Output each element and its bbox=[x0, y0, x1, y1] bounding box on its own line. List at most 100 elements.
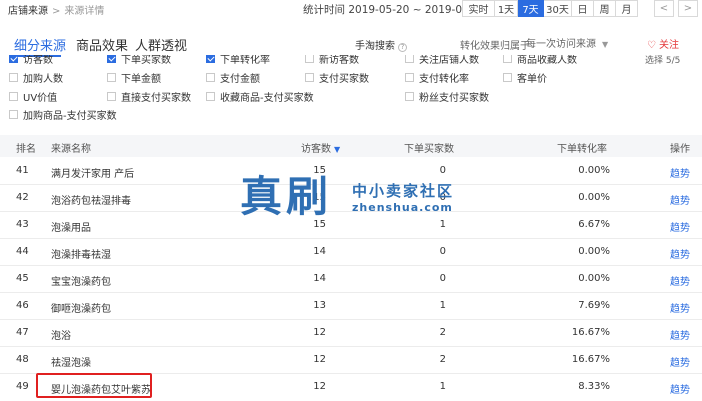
checkbox-icon bbox=[503, 72, 512, 82]
metric-checkbox-order-buyers[interactable]: 下单买家数 bbox=[107, 55, 171, 66]
trend-link[interactable]: 趋势 bbox=[670, 327, 690, 342]
range-realtime-button[interactable]: 实时 bbox=[462, 0, 495, 17]
metric-checkbox-fan-pay[interactable]: 粉丝支付买家数 bbox=[405, 89, 489, 104]
metric-label: 下单金额 bbox=[121, 73, 161, 85]
row-order-buyers: 0 bbox=[439, 246, 446, 257]
metric-checkbox-order-rate[interactable]: 下单转化率 bbox=[206, 55, 270, 66]
prev-period-button[interactable]: < bbox=[654, 0, 674, 17]
range-7day-button[interactable]: 7天 bbox=[518, 0, 544, 17]
checkbox-icon bbox=[405, 55, 414, 63]
row-uv: 12 bbox=[313, 381, 326, 392]
date-range-buttons: 实时 1天 7天 30天 日 周 月 bbox=[462, 0, 638, 17]
trend-link[interactable]: 趋势 bbox=[670, 381, 690, 396]
metric-checkbox-pay-buyers[interactable]: 支付买家数 bbox=[305, 70, 369, 85]
metric-label: 下单转化率 bbox=[220, 55, 270, 66]
checkbox-icon bbox=[9, 55, 18, 63]
trend-link[interactable]: 趋势 bbox=[670, 354, 690, 369]
range-day-button[interactable]: 日 bbox=[572, 0, 594, 17]
row-order-rate: 0.00% bbox=[578, 246, 610, 257]
range-week-button[interactable]: 周 bbox=[594, 0, 616, 17]
tab-source-detail[interactable]: 细分来源 bbox=[14, 35, 66, 54]
row-rank: 45 bbox=[16, 273, 29, 284]
metric-label: 客单价 bbox=[517, 73, 547, 85]
row-rank: 43 bbox=[16, 219, 29, 230]
trend-link[interactable]: 趋势 bbox=[670, 273, 690, 288]
row-rank: 48 bbox=[16, 354, 29, 365]
tab-product-effect[interactable]: 商品效果 bbox=[76, 35, 128, 54]
trend-link[interactable]: 趋势 bbox=[670, 192, 690, 207]
metric-checkbox-fav-pay[interactable]: 收藏商品-支付买家数 bbox=[206, 89, 314, 104]
metric-label: 粉丝支付买家数 bbox=[419, 92, 489, 104]
row-rank: 42 bbox=[16, 192, 29, 203]
selected-count: 选择 5/5 bbox=[645, 56, 681, 66]
stat-period: 统计时间 2019-05-20 ~ 2019-05-26 bbox=[303, 4, 486, 16]
metric-checkbox-direct-pay[interactable]: 直接支付买家数 bbox=[107, 89, 191, 104]
row-source-name: 御咂泡澡药包 bbox=[51, 304, 111, 315]
metric-checkbox-cart[interactable]: 加购人数 bbox=[9, 70, 63, 85]
row-uv: 14 bbox=[313, 246, 326, 257]
table-row: 46 御咂泡澡药包 13 1 7.69% 趋势 bbox=[0, 293, 702, 320]
follow-button[interactable]: ♡ 关注 bbox=[647, 36, 679, 51]
tab-bar: 细分来源 商品效果 人群透视 手淘搜索? 转化效果归属于 每一次访问来源 ▼ ♡ 关… bbox=[0, 30, 702, 58]
metric-label: 关注店铺人数 bbox=[419, 55, 479, 66]
col-order-buyers[interactable]: 下单买家数 bbox=[404, 140, 454, 155]
checkbox-icon bbox=[305, 55, 314, 63]
annotation-highlight-box bbox=[36, 373, 152, 398]
table-row: 47 泡浴 12 2 16.67% 趋势 bbox=[0, 320, 702, 347]
watermark-en-text: zhenshua.com bbox=[352, 201, 453, 214]
row-source-name: 泡澡排毒祛湿 bbox=[51, 250, 111, 261]
row-rank: 46 bbox=[16, 300, 29, 311]
trend-link[interactable]: 趋势 bbox=[670, 219, 690, 234]
col-order-rate[interactable]: 下单转化率 bbox=[557, 140, 607, 155]
col-rank: 排名 bbox=[16, 144, 36, 155]
row-uv: 12 bbox=[313, 327, 326, 338]
metric-checkbox-shop-follow[interactable]: 关注店铺人数 bbox=[405, 55, 479, 66]
metric-checkbox-pay-rate[interactable]: 支付转化率 bbox=[405, 70, 469, 85]
metric-checkbox-pay-amount[interactable]: 支付金额 bbox=[206, 70, 260, 85]
range-1day-button[interactable]: 1天 bbox=[495, 0, 518, 17]
metric-checkbox-item-fav[interactable]: 商品收藏人数 bbox=[503, 55, 577, 66]
metric-checkbox-order-amount[interactable]: 下单金额 bbox=[107, 70, 161, 85]
checkbox-icon bbox=[206, 72, 215, 82]
metric-checkbox-avg-order[interactable]: 客单价 bbox=[503, 70, 547, 85]
row-rank: 41 bbox=[16, 165, 29, 176]
metric-label: 收藏商品-支付买家数 bbox=[220, 92, 314, 104]
help-icon[interactable]: ? bbox=[398, 43, 407, 52]
next-period-button[interactable]: > bbox=[678, 0, 698, 17]
metric-checkbox-new-uv[interactable]: 新访客数 bbox=[305, 55, 359, 66]
row-order-rate: 0.00% bbox=[578, 273, 610, 284]
breadcrumb-parent[interactable]: 店铺来源 bbox=[8, 6, 48, 17]
checkbox-icon bbox=[107, 91, 116, 101]
checkbox-icon bbox=[107, 55, 116, 63]
row-order-rate: 8.33% bbox=[578, 381, 610, 392]
tab-audience[interactable]: 人群透视 bbox=[135, 35, 187, 54]
range-30day-button[interactable]: 30天 bbox=[544, 0, 572, 17]
top-bar: 店铺来源 > 来源详情 统计时间 2019-05-20 ~ 2019-05-26 实… bbox=[0, 0, 702, 17]
metric-checkbox-cart-pay[interactable]: 加购商品-支付买家数 bbox=[9, 107, 117, 120]
checkbox-icon bbox=[503, 55, 512, 63]
metric-checkbox-uv[interactable]: 访客数 bbox=[9, 55, 53, 66]
attribution-select[interactable]: 每一次访问来源 ▼ bbox=[526, 35, 608, 50]
row-rank: 44 bbox=[16, 246, 29, 257]
table-row: 44 泡澡排毒祛湿 14 0 0.00% 趋势 bbox=[0, 239, 702, 266]
row-source-name: 泡浴 bbox=[51, 331, 71, 342]
col-uv[interactable]: 访客数 ▼ bbox=[301, 140, 340, 155]
metric-checkbox-uv-value[interactable]: UV价值 bbox=[9, 89, 57, 104]
row-source-name: 泡澡用品 bbox=[51, 223, 91, 234]
row-order-buyers: 0 bbox=[439, 273, 446, 284]
chevron-down-icon: ▼ bbox=[602, 40, 609, 49]
metric-label: 支付金额 bbox=[220, 73, 260, 85]
metric-label: 支付转化率 bbox=[419, 73, 469, 85]
trend-link[interactable]: 趋势 bbox=[670, 246, 690, 261]
row-rank: 49 bbox=[16, 381, 29, 392]
row-order-buyers: 2 bbox=[439, 354, 446, 365]
sort-desc-icon: ▼ bbox=[334, 145, 341, 154]
trend-link[interactable]: 趋势 bbox=[670, 300, 690, 315]
attribution-value: 每一次访问来源 bbox=[526, 39, 596, 50]
checkbox-icon bbox=[405, 91, 414, 101]
trend-link[interactable]: 趋势 bbox=[670, 165, 690, 180]
range-month-button[interactable]: 月 bbox=[616, 0, 638, 17]
table-row: 45 宝宝泡澡药包 14 0 0.00% 趋势 bbox=[0, 266, 702, 293]
watermark-logo: 真刷 中小卖家社区 zhenshua.com bbox=[240, 174, 470, 226]
row-uv: 14 bbox=[313, 273, 326, 284]
